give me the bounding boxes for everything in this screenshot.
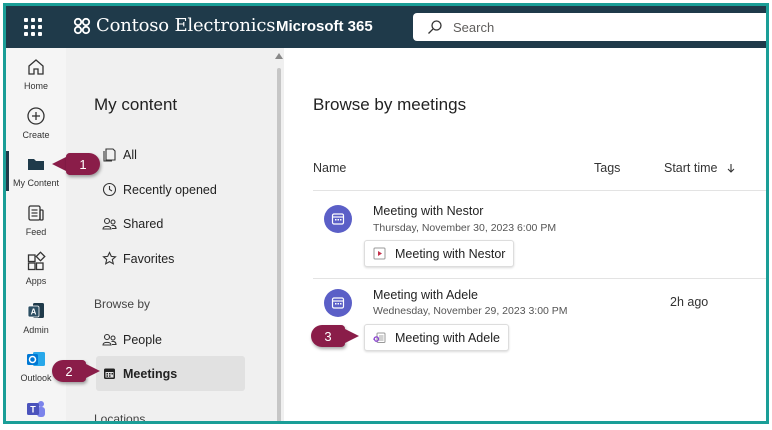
loop-icon bbox=[373, 332, 386, 343]
teams-icon: T bbox=[27, 401, 45, 417]
nav-label: Shared bbox=[123, 216, 164, 231]
brand[interactable]: Contoso Electronics bbox=[72, 15, 275, 36]
callout-1: 1 bbox=[52, 153, 100, 175]
nav-item-favorites[interactable]: Favorites bbox=[102, 251, 174, 266]
folder-icon bbox=[28, 159, 44, 170]
people-icon bbox=[102, 333, 117, 346]
scroll-thumb[interactable] bbox=[277, 68, 281, 421]
callout-3: 3 bbox=[311, 325, 359, 347]
nav-label: Meetings bbox=[123, 366, 178, 381]
callout-number: 1 bbox=[66, 153, 100, 175]
star-icon bbox=[102, 251, 117, 265]
rail-item-feed[interactable]: Feed bbox=[6, 202, 66, 237]
meeting-title[interactable]: Meeting with Adele bbox=[373, 288, 478, 302]
nav-item-meetings[interactable]: Meetings bbox=[102, 366, 177, 381]
browse-by-heading: Browse by bbox=[94, 297, 151, 311]
feed-icon bbox=[28, 205, 44, 221]
plus-circle-icon bbox=[27, 107, 45, 125]
nav-label: Recently opened bbox=[123, 182, 217, 197]
svg-text:T: T bbox=[30, 405, 36, 415]
rail-label: My Content bbox=[12, 178, 60, 188]
svg-text:A: A bbox=[31, 308, 37, 317]
meeting-calendar-icon bbox=[324, 205, 352, 233]
column-header-name[interactable]: Name bbox=[313, 161, 346, 175]
callout-pointer bbox=[345, 329, 359, 343]
rail-item-apps[interactable]: Apps bbox=[6, 251, 66, 286]
pane-scrollbar[interactable] bbox=[274, 48, 284, 421]
meeting-calendar-icon bbox=[324, 289, 352, 317]
nav-item-all[interactable]: All bbox=[102, 147, 137, 162]
rail-label: Apps bbox=[25, 276, 47, 286]
meeting-file-chip[interactable]: Meeting with Nestor bbox=[364, 240, 515, 267]
calendar-icon bbox=[104, 368, 115, 379]
top-bar: Contoso Electronics Microsoft 365 Search bbox=[6, 6, 766, 48]
search-icon bbox=[428, 20, 442, 34]
column-header-start-time[interactable]: Start time bbox=[664, 161, 736, 175]
contoso-logo-icon bbox=[73, 17, 91, 34]
rail-item-create[interactable]: Create bbox=[6, 105, 66, 140]
meeting-file-chip[interactable]: Meeting with Adele bbox=[364, 324, 509, 351]
all-icon bbox=[103, 148, 116, 162]
nav-item-recently-opened[interactable]: Recently opened bbox=[102, 182, 217, 197]
apps-icon bbox=[27, 251, 46, 271]
rail-item-admin[interactable]: A Admin bbox=[6, 300, 66, 335]
meeting-title[interactable]: Meeting with Nestor bbox=[373, 204, 483, 218]
video-icon bbox=[373, 247, 386, 260]
meeting-date: Wednesday, November 29, 2023 3:00 PM bbox=[373, 305, 568, 317]
divider bbox=[313, 190, 766, 191]
home-icon bbox=[28, 59, 44, 75]
rail-item-home[interactable]: Home bbox=[6, 56, 66, 91]
outlook-icon bbox=[27, 352, 45, 366]
clock-icon bbox=[102, 182, 117, 197]
rail-label: Home bbox=[23, 81, 48, 91]
pane-title: My content bbox=[94, 95, 178, 114]
sort-down-icon bbox=[727, 164, 734, 173]
search-input[interactable]: Search bbox=[453, 20, 494, 35]
screenshot-frame: Contoso Electronics Microsoft 365 Search… bbox=[3, 3, 769, 424]
callout-2: 2 bbox=[52, 360, 100, 382]
calendar-icon bbox=[331, 297, 345, 309]
divider bbox=[313, 278, 766, 279]
rail-item-teams[interactable]: T bbox=[6, 398, 66, 420]
callout-number: 2 bbox=[52, 360, 86, 382]
callout-pointer bbox=[86, 364, 100, 378]
rail-label: Admin bbox=[23, 325, 49, 335]
locations-heading: Locations bbox=[94, 412, 146, 424]
callout-number: 3 bbox=[311, 325, 345, 347]
scroll-up-icon[interactable] bbox=[275, 53, 283, 59]
meeting-date: Thursday, November 30, 2023 6:00 PM bbox=[373, 222, 557, 234]
main-content: Browse by meetings Name Tags Start time … bbox=[284, 48, 766, 421]
callout-pointer bbox=[52, 157, 66, 171]
nav-label: All bbox=[123, 147, 137, 162]
admin-icon: A bbox=[27, 303, 44, 318]
column-header-label: Start time bbox=[664, 161, 718, 175]
file-name: Meeting with Nestor bbox=[395, 246, 506, 261]
nav-item-people[interactable]: People bbox=[102, 332, 162, 347]
product-name[interactable]: Microsoft 365 bbox=[276, 18, 373, 35]
nav-label: Favorites bbox=[123, 251, 175, 266]
nav-item-shared[interactable]: Shared bbox=[102, 216, 163, 231]
brand-name: Contoso Electronics bbox=[96, 15, 276, 36]
rail-label: Create bbox=[22, 130, 50, 140]
people-icon bbox=[102, 217, 117, 230]
column-header-tags[interactable]: Tags bbox=[594, 161, 620, 175]
rail-label: Feed bbox=[25, 227, 47, 237]
page-title: Browse by meetings bbox=[313, 95, 467, 114]
app-launcher-icon[interactable] bbox=[24, 18, 42, 36]
meeting-start-time: 2h ago bbox=[670, 295, 709, 309]
nav-label: People bbox=[123, 332, 162, 347]
search-box[interactable]: Search bbox=[413, 13, 766, 41]
file-name: Meeting with Adele bbox=[395, 330, 500, 345]
calendar-icon bbox=[331, 213, 345, 225]
